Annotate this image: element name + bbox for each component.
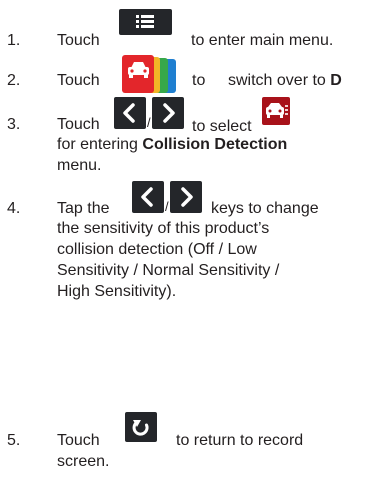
- step-text: High Sensitivity).: [57, 283, 177, 300]
- step-text: Touch: [57, 32, 100, 49]
- step-text: Sensitivity / Normal Sensitivity /: [57, 262, 280, 279]
- step-text: to enter main menu.: [191, 32, 334, 49]
- chevron-left-icon: [132, 181, 164, 213]
- step-text: for entering: [57, 136, 138, 153]
- step-text: Touch: [57, 72, 100, 89]
- car-collision-icon: [262, 97, 290, 125]
- instruction-page: 1. Touch to enter main menu. 2. Touch to…: [0, 0, 371, 484]
- chevron-right-icon: [152, 97, 184, 129]
- step-text-bold: Collision Detection: [142, 136, 288, 153]
- step-text: switch over to: [228, 72, 326, 89]
- step-text: Tap the: [57, 200, 110, 217]
- step-text: Touch: [57, 116, 100, 133]
- step-text: collision detection (Off / Low: [57, 241, 257, 258]
- step-text-bold: D: [330, 72, 342, 89]
- step-text-group: switch over to D: [228, 71, 342, 91]
- step-text: the sensitivity of this product’s: [57, 220, 270, 237]
- chevron-right-icon: [170, 181, 202, 213]
- menu-list-icon: [119, 9, 172, 35]
- step-number: 3.: [7, 116, 21, 133]
- chevron-left-icon: [114, 97, 146, 129]
- separator: /: [165, 199, 169, 214]
- step-number: 2.: [7, 72, 21, 89]
- step-text: to return to record: [176, 432, 304, 449]
- step-text: to: [192, 72, 206, 89]
- car-settings-tab-icon: [122, 55, 182, 95]
- step-text: to select: [192, 118, 252, 135]
- step-text: screen.: [57, 453, 110, 470]
- step-text-group: for entering Collision Detection: [57, 135, 287, 155]
- step-text: Touch: [57, 432, 100, 449]
- step-text: menu.: [57, 157, 102, 174]
- separator: /: [147, 115, 151, 130]
- step-number: 1.: [7, 32, 21, 49]
- step-number: 4.: [7, 200, 21, 217]
- step-number: 5.: [7, 432, 21, 449]
- return-icon: [125, 412, 157, 442]
- step-text: keys to change: [211, 200, 319, 217]
